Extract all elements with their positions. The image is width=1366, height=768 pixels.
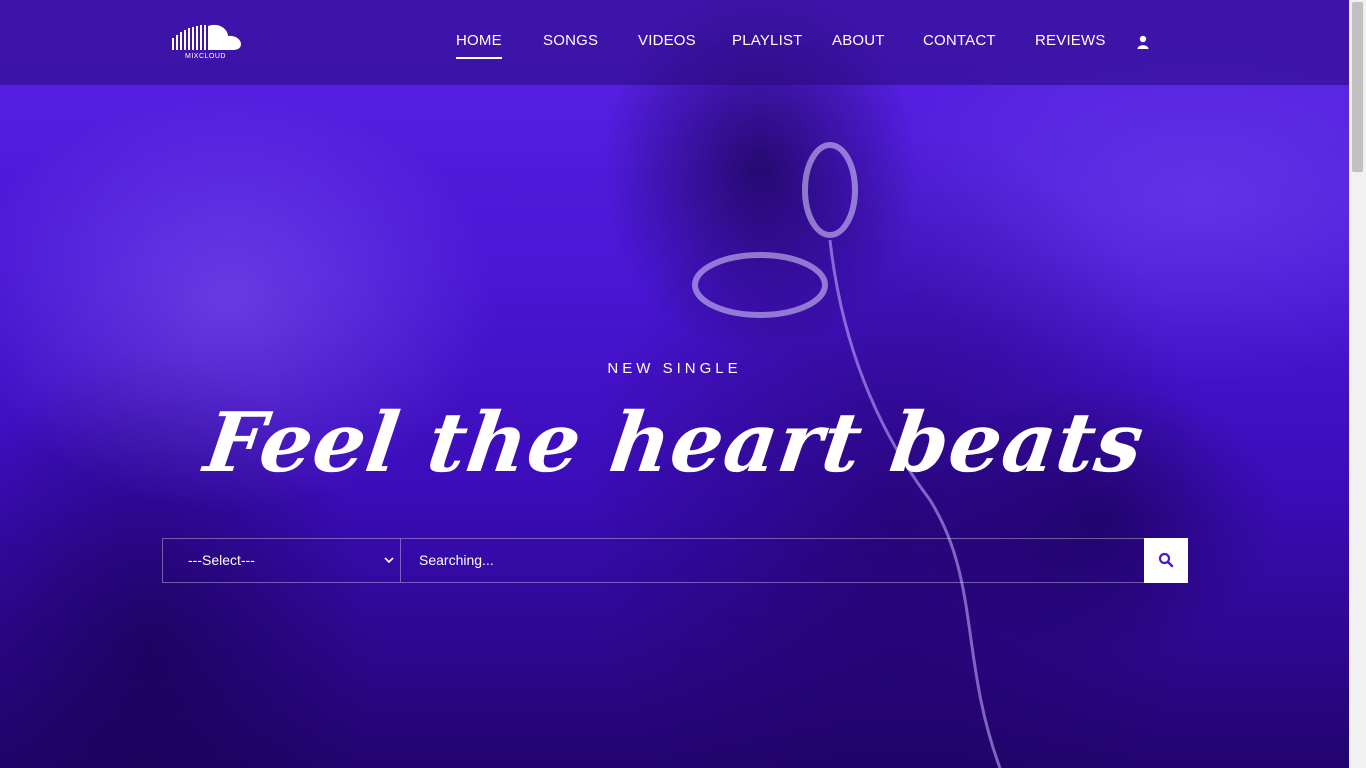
nav-home[interactable]: HOME (456, 32, 502, 59)
nav-playlist[interactable]: PLAYLIST (732, 32, 803, 49)
scrollbar-thumb[interactable] (1352, 2, 1363, 172)
chevron-down-icon (384, 557, 394, 564)
nav-songs[interactable]: SONGS (543, 32, 598, 49)
search-bar: ---Select--- Searching... (162, 538, 1188, 583)
hero-headline: Feel the heart beats (199, 395, 1150, 491)
hero-kicker: NEW SINGLE (607, 360, 742, 377)
nav-about[interactable]: ABOUT (832, 32, 885, 49)
hero-background (0, 0, 1349, 768)
category-select-value: ---Select--- (188, 552, 255, 568)
headphone-cable-graphic (692, 142, 1002, 768)
search-button[interactable] (1144, 538, 1188, 583)
page-scrollbar[interactable] (1349, 0, 1366, 768)
search-input[interactable]: Searching... (419, 539, 1139, 582)
site-header: MIXCLOUD HOME SONGS VIDEOS PLAYLIST ABOU… (0, 0, 1349, 85)
brand-name: MIXCLOUD (185, 53, 226, 60)
nav-reviews[interactable]: REVIEWS (1035, 32, 1106, 49)
category-select[interactable]: ---Select--- (163, 539, 401, 582)
search-icon (1158, 552, 1174, 568)
nav-contact[interactable]: CONTACT (923, 32, 996, 49)
user-icon[interactable] (1136, 35, 1150, 49)
nav-videos[interactable]: VIDEOS (638, 32, 696, 49)
